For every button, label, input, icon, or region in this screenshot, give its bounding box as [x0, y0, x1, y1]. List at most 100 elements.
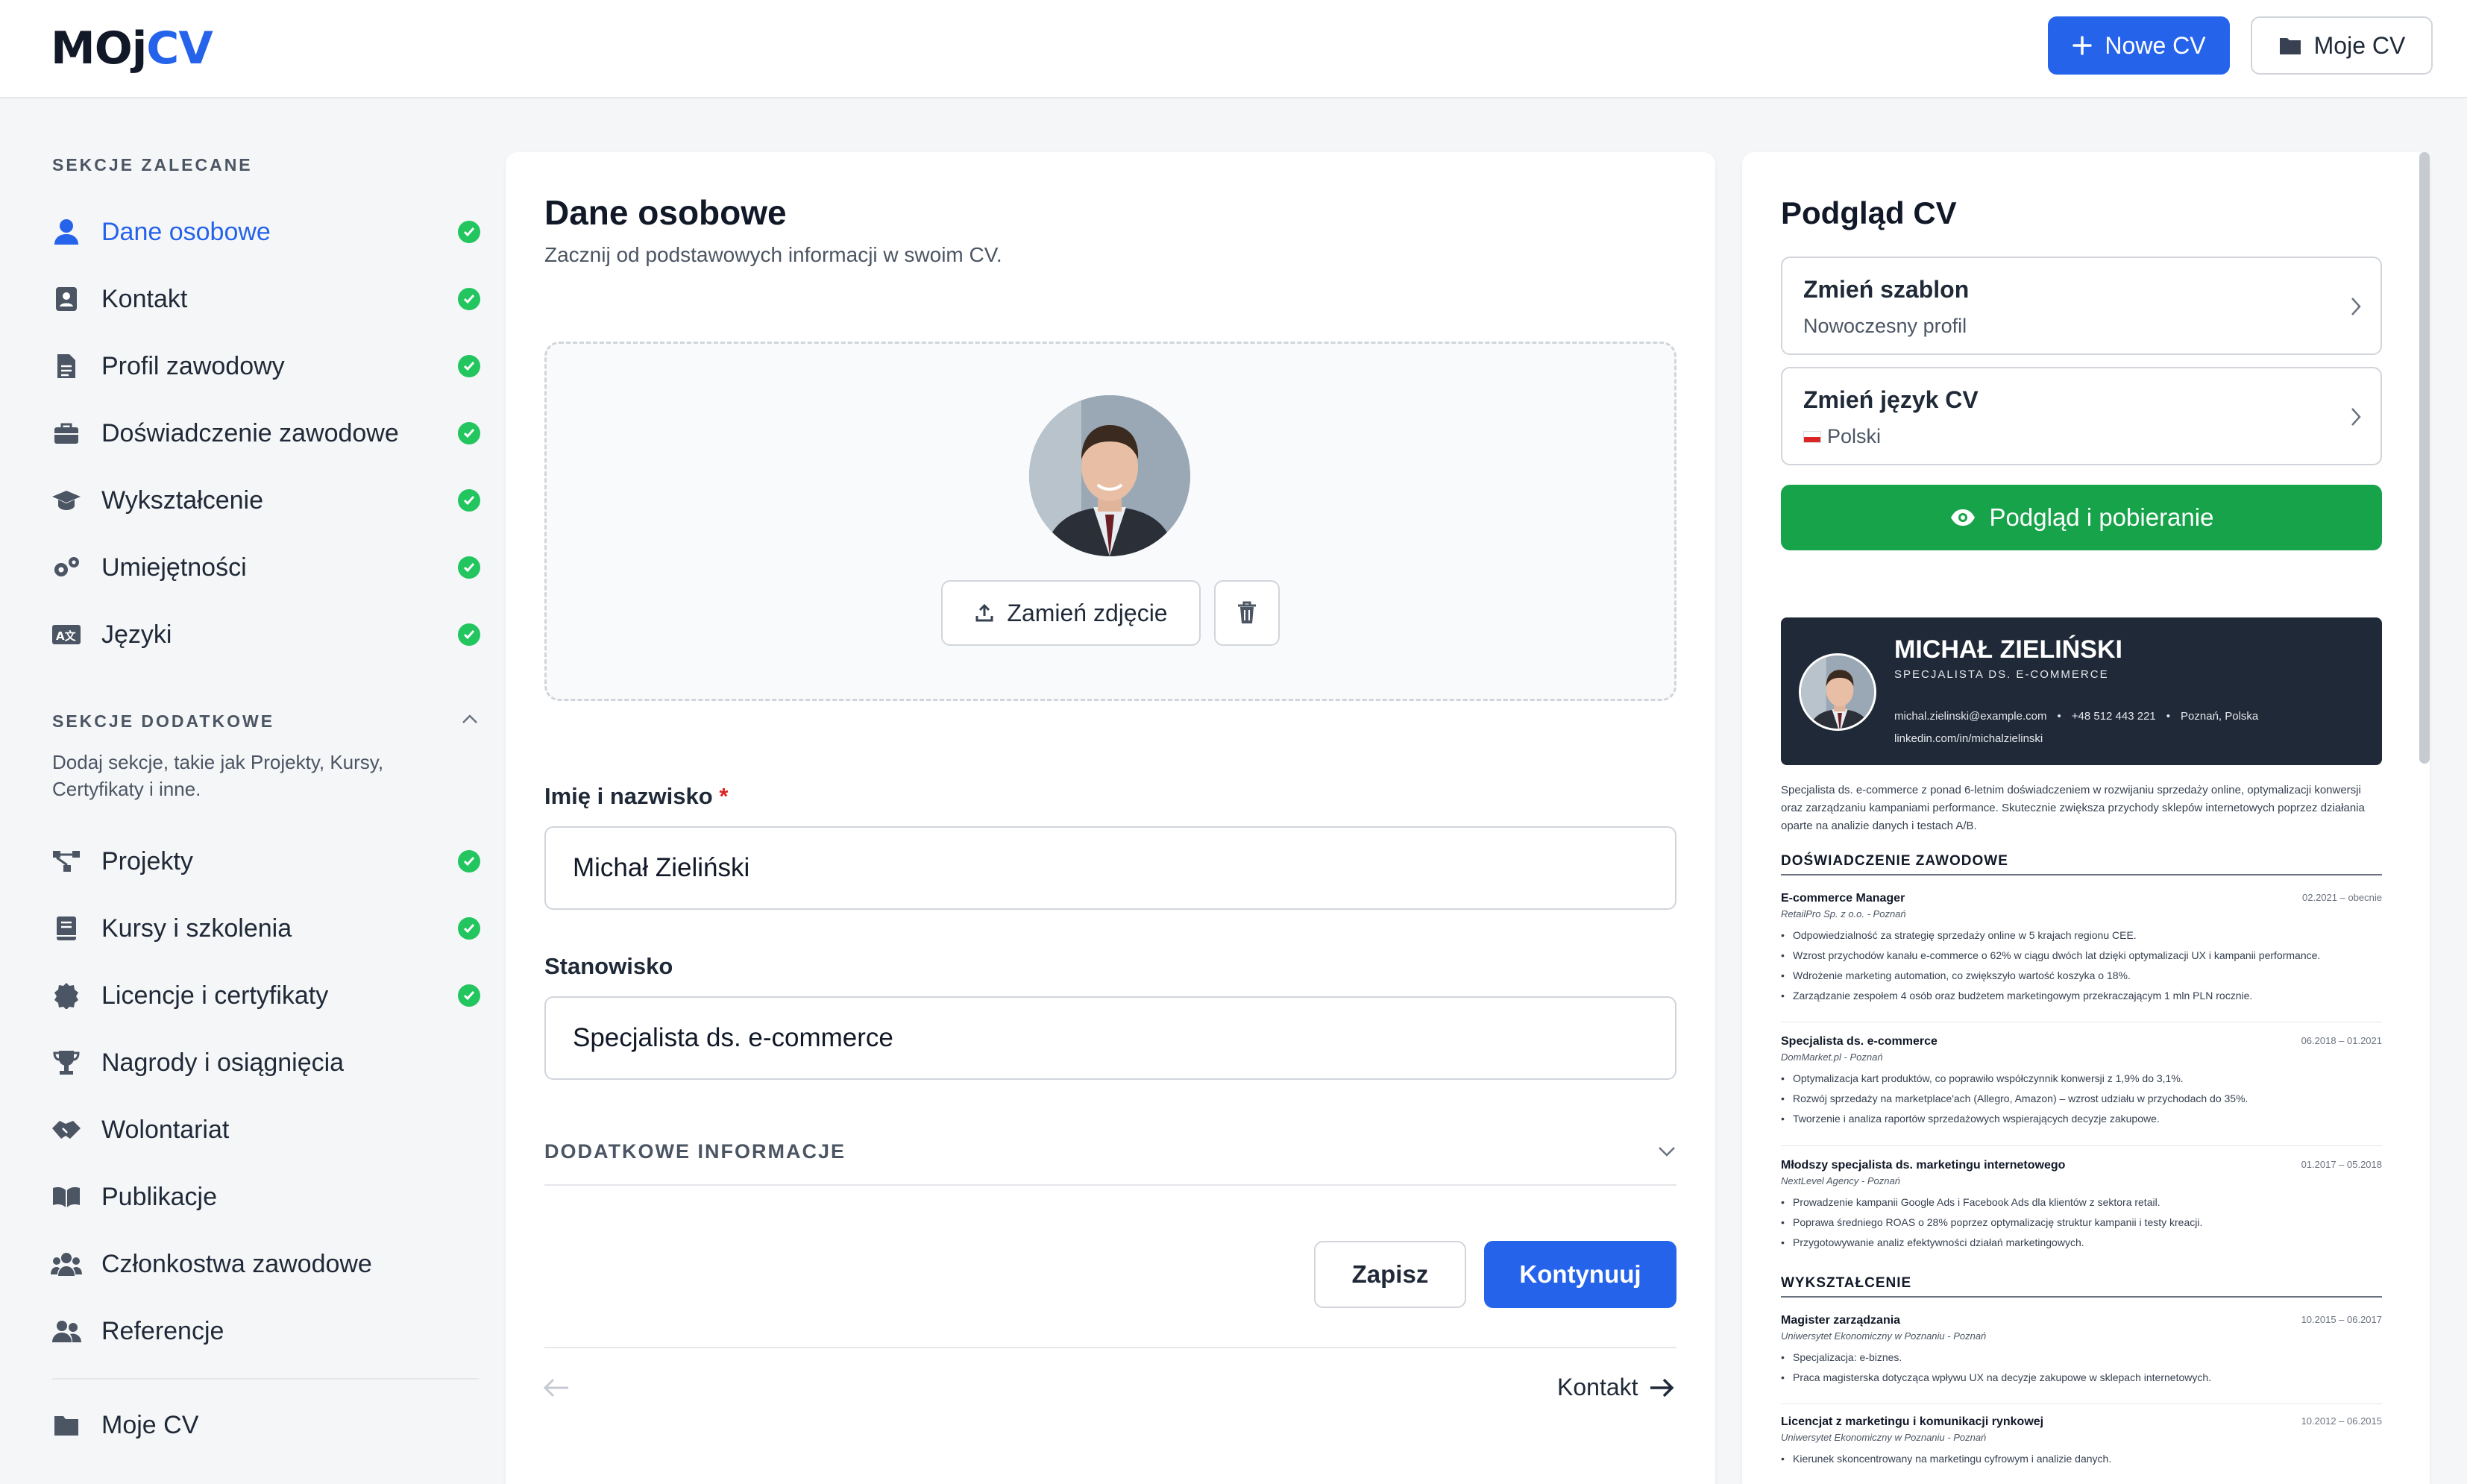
name-label: Imię i nazwisko *: [544, 783, 729, 809]
cv-divider: [1781, 1403, 2382, 1404]
additional-info-toggle[interactable]: DODATKOWE INFORMACJE: [544, 1119, 1676, 1186]
additional-info-label: DODATKOWE INFORMACJE: [544, 1139, 846, 1163]
sidebar-item-volunteering[interactable]: Wolontariat: [51, 1104, 483, 1156]
cv-role: SPECJALISTA DS. E-COMMERCE: [1894, 668, 2109, 681]
sidebar-item-memberships[interactable]: Członkostwa zawodowe: [51, 1238, 483, 1290]
preview-download-button[interactable]: Podgląd i pobieranie: [1781, 485, 2382, 550]
language-icon: A文: [51, 619, 82, 650]
change-language-title: Zmień język CV: [1803, 386, 1979, 413]
book-icon: [51, 913, 82, 944]
cv-bullet: •: [2057, 710, 2061, 723]
sidebar-item-skills[interactable]: Umiejętności: [51, 541, 483, 594]
cv-divider: [1781, 1145, 2382, 1146]
check-icon: [458, 984, 480, 1007]
folder-icon: [51, 1409, 82, 1441]
sidebar-item-label: Doświadczenie zawodowe: [101, 418, 399, 447]
cv-summary: Specjalista ds. e-commerce z ponad 6-let…: [1781, 784, 2365, 832]
sidebar-item-projects[interactable]: Projekty: [51, 835, 483, 887]
cv-bullet-item: Tworzenie i analiza raportów sprzedażowy…: [1781, 1109, 2382, 1129]
cv-job-title: E-commerce Manager: [1781, 892, 1905, 905]
next-section-link[interactable]: Kontakt: [1557, 1374, 1674, 1401]
cv-job-dates: 01.2017 – 05.2018: [2301, 1159, 2382, 1170]
sidebar-item-my-cv[interactable]: Moje CV: [51, 1399, 483, 1451]
eye-icon: [1950, 509, 1975, 526]
additional-sections-title: SEKCJE DODATKOWE: [52, 711, 275, 731]
my-cv-label: Moje CV: [2313, 31, 2406, 59]
position-input[interactable]: [544, 996, 1676, 1080]
chevron-up-icon[interactable]: [461, 713, 479, 725]
replace-photo-button[interactable]: Zamień zdjęcie: [941, 580, 1201, 646]
cv-job: E-commerce Manager 02.2021 – obecnie Ret…: [1781, 892, 2382, 1006]
sidebar-item-professional-profile[interactable]: Profil zawodowy: [51, 340, 483, 392]
change-template-option[interactable]: Zmień szablon Nowoczesny profil: [1781, 257, 2382, 355]
sidebar-item-education[interactable]: Wykształcenie: [51, 474, 483, 526]
cv-job-title: Specjalista ds. e-commerce: [1781, 1035, 1938, 1048]
delete-photo-button[interactable]: [1214, 580, 1280, 646]
cv-education-item: Magister zarządzania 10.2015 – 06.2017 U…: [1781, 1314, 2382, 1388]
save-button[interactable]: Zapisz: [1314, 1241, 1466, 1308]
sidebar-item-courses[interactable]: Kursy i szkolenia: [51, 902, 483, 955]
cv-photo: [1799, 653, 1876, 731]
sidebar-item-certificates[interactable]: Licencje i certyfikaty: [51, 969, 483, 1022]
open-book-icon: [51, 1181, 82, 1213]
cv-experience-title: DOŚWIADCZENIE ZAWODOWE: [1781, 853, 2382, 875]
top-bar: MOjCV Nowe CV Moje CV: [0, 0, 2467, 98]
sidebar-item-label: Profil zawodowy: [101, 351, 285, 380]
sidebar-item-label: Wykształcenie: [101, 485, 263, 515]
arrow-left-icon[interactable]: [543, 1377, 570, 1399]
cv-school: Uniwersytet Ekonomiczny w Poznaniu - Poz…: [1781, 1330, 1987, 1342]
name-input[interactable]: [544, 826, 1676, 910]
sidebar-item-personal-data[interactable]: Dane osobowe: [51, 206, 483, 258]
arrow-right-icon: [1650, 1378, 1674, 1397]
cv-job: Młodszy specjalista ds. marketingu inter…: [1781, 1159, 2382, 1253]
sidebar-item-label: Członkostwa zawodowe: [101, 1249, 372, 1278]
footer-divider: [544, 1347, 1676, 1348]
sidebar-item-references[interactable]: Referencje: [51, 1305, 483, 1357]
contact-card-icon: [51, 283, 82, 315]
cv-bullet-item: Kierunek skoncentrowany na marketingu cy…: [1781, 1449, 2382, 1469]
logo[interactable]: MOjCV: [51, 22, 213, 75]
cv-bullet-item: Poprawa średniego ROAS o 28% poprzez opt…: [1781, 1213, 2382, 1233]
next-section-label: Kontakt: [1557, 1374, 1638, 1400]
sidebar-item-awards[interactable]: Nagrody i osiągnięcia: [51, 1037, 483, 1089]
sidebar-item-contact[interactable]: Kontakt: [51, 273, 483, 325]
sidebar-item-publications[interactable]: Publikacje: [51, 1171, 483, 1223]
cv-header: MICHAŁ ZIELIŃSKI SPECJALISTA DS. E-COMME…: [1781, 617, 2382, 765]
check-icon: [458, 556, 480, 579]
upload-icon: [975, 603, 993, 622]
my-cv-button[interactable]: Moje CV: [2251, 16, 2433, 75]
change-language-option[interactable]: Zmień język CV Polski: [1781, 367, 2382, 465]
plus-icon: [2072, 36, 2093, 55]
sidebar-item-label: Wolontariat: [101, 1115, 230, 1144]
cv-job-company: NextLevel Agency - Poznań: [1781, 1175, 1900, 1186]
folder-icon: [2279, 38, 2301, 54]
cv-linkedin: linkedin.com/in/michalzielinski: [1894, 732, 2043, 745]
cv-education-title: WYKSZTAŁCENIE: [1781, 1275, 2382, 1298]
new-cv-button[interactable]: Nowe CV: [2048, 16, 2230, 75]
preview-scrollbar[interactable]: [2419, 152, 2430, 764]
check-icon: [458, 623, 480, 646]
check-icon: [458, 221, 480, 243]
sidebar-item-experience[interactable]: Doświadczenie zawodowe: [51, 407, 483, 459]
sidebar-divider: [52, 1378, 479, 1380]
poland-flag-icon: [1803, 430, 1821, 443]
cv-job-dates: 06.2018 – 01.2021: [2301, 1035, 2382, 1046]
cv-job-title: Młodszy specjalista ds. marketingu inter…: [1781, 1159, 2066, 1172]
certificate-icon: [51, 980, 82, 1011]
cv-city: Poznań, Polska: [2181, 710, 2259, 723]
trash-icon: [1238, 601, 1256, 623]
handshake-icon: [51, 1114, 82, 1145]
chevron-down-icon: [1659, 1147, 1675, 1157]
sidebar-item-languages[interactable]: A文 Języki: [51, 609, 483, 661]
cv-contact: michal.zielinski@example.com • +48 512 4…: [1894, 710, 2258, 723]
cv-bullet-item: Optymalizacja kart produktów, co poprawi…: [1781, 1069, 2382, 1089]
sidebar-item-label: Kontakt: [101, 284, 188, 313]
check-icon: [458, 288, 480, 310]
sidebar-item-label: Umiejętności: [101, 553, 247, 582]
continue-button[interactable]: Kontynuuj: [1484, 1241, 1676, 1308]
cv-phone: +48 512 443 221: [2071, 710, 2156, 723]
change-template-title: Zmień szablon: [1803, 276, 1970, 303]
cv-email: michal.zielinski@example.com: [1894, 710, 2047, 723]
cv-bullet-item: Odpowiedzialność za strategię sprzedaży …: [1781, 925, 2382, 946]
sidebar-item-label: Referencje: [101, 1316, 224, 1345]
